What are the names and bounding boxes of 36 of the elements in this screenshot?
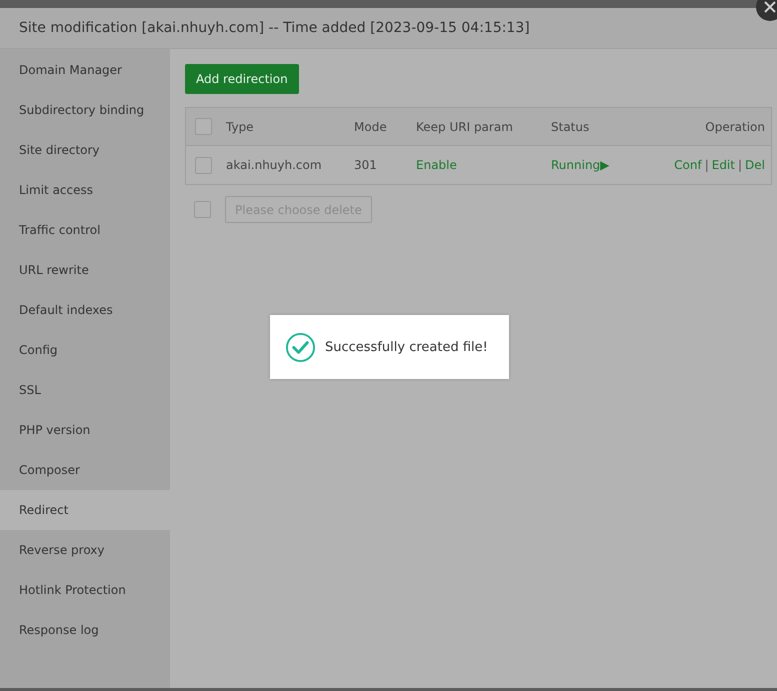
add-redirection-button[interactable]: Add redirection	[185, 64, 299, 94]
table-cell-text: akai.nhuyh.com	[226, 158, 323, 172]
sidebar-item[interactable]: SSL	[0, 370, 170, 410]
column-header: Keep URI param	[416, 120, 514, 134]
table-cell-text: 301	[354, 158, 378, 172]
row-checkbox[interactable]	[195, 156, 212, 174]
status-link[interactable]: Running▶	[551, 158, 651, 172]
check-circle-icon	[285, 332, 316, 362]
operation-link[interactable]: Conf	[674, 158, 702, 172]
separator: |	[704, 158, 709, 172]
sidebar-item[interactable]: PHP version	[0, 410, 170, 450]
column-header: Operation	[705, 120, 766, 134]
column-header: Status	[551, 120, 590, 134]
column-header: Type	[226, 120, 255, 134]
table-cell-text: Enable	[416, 158, 458, 172]
operation-link[interactable]: Edit	[712, 158, 735, 172]
sidebar-item[interactable]: Reverse proxy	[0, 530, 170, 570]
sidebar-item[interactable]: Config	[0, 330, 170, 370]
sidebar-item[interactable]: Site directory	[0, 130, 170, 170]
select-all-checkbox[interactable]	[195, 118, 212, 135]
sidebar-item[interactable]: Redirect	[0, 490, 170, 530]
sidebar-item[interactable]: Traffic control	[0, 210, 170, 250]
sidebar-item[interactable]: URL rewrite	[0, 250, 170, 290]
operation-link[interactable]: Del	[745, 158, 765, 172]
dialog-title: Site modification [akai.nhuyh.com] -- Time added [2023-09-15 04:15:13]	[19, 20, 530, 36]
column-header: Mode	[354, 120, 388, 134]
sidebar-item[interactable]: Response log	[0, 610, 170, 650]
sidebar-item[interactable]: Limit access	[0, 170, 170, 210]
sidebar-item[interactable]: Composer	[0, 450, 170, 490]
separator: |	[738, 158, 742, 172]
sidebar-item[interactable]: Domain Manager	[0, 50, 170, 90]
sidebar-item[interactable]: Default indexes	[0, 290, 170, 330]
toast-message: Successfully created file!	[325, 340, 488, 354]
footer-checkbox[interactable]	[194, 201, 211, 218]
sidebar-item[interactable]: Subdirectory binding	[0, 90, 170, 130]
sidebar-item[interactable]: Hotlink Protection	[0, 570, 170, 610]
